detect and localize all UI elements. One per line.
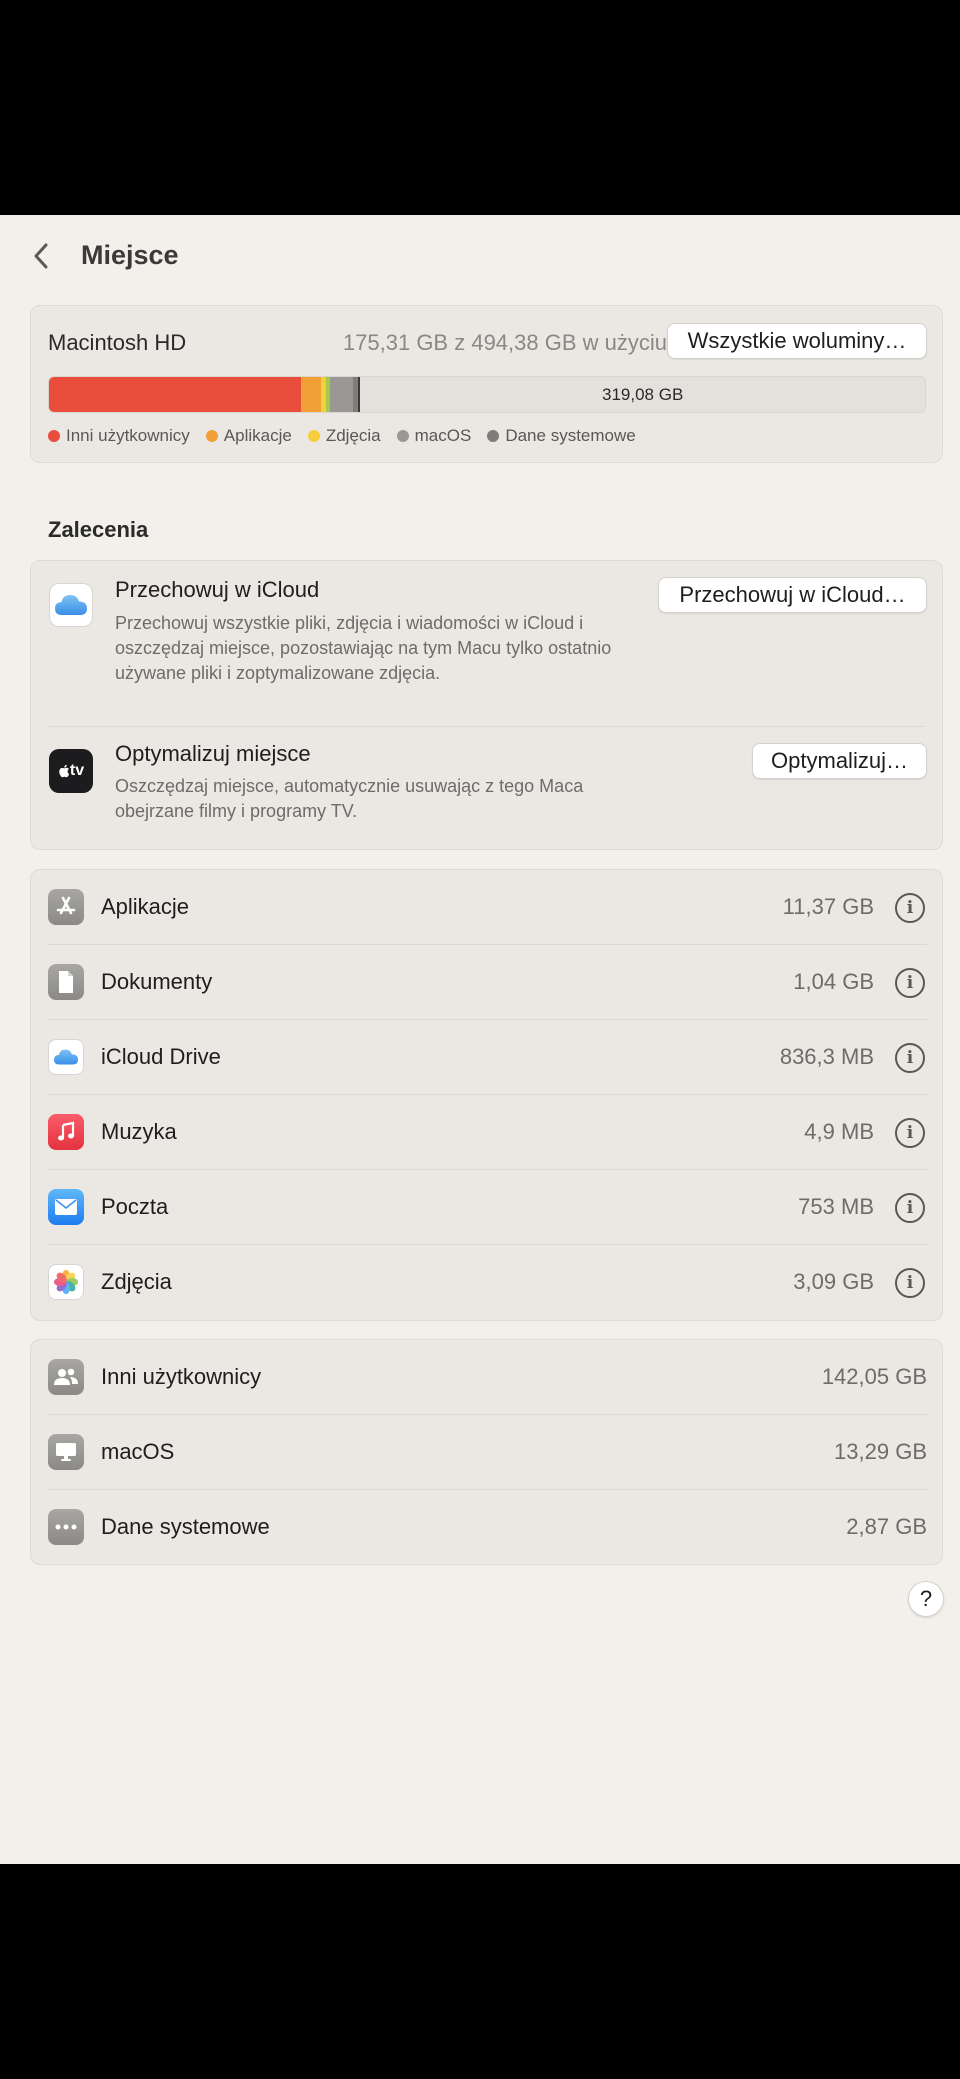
legend-dot (48, 430, 60, 442)
app-store-icon (48, 889, 84, 925)
list-item-size: 11,37 GB (782, 894, 874, 919)
info-icon[interactable]: i (895, 968, 925, 998)
legend-dot (487, 430, 500, 442)
list-item-label: Dane systemowe (101, 1514, 270, 1539)
disk-name: Macintosh HD (48, 330, 187, 355)
legend-label: Zdjęcia (325, 426, 381, 445)
storage-overview-card: Macintosh HD 175,31 GB z 494,38 GB w uży… (30, 305, 943, 463)
list-item-size: 1,04 GB (793, 969, 874, 994)
icloud-recommendation-description: Przechowuj wszystkie pliki, zdjęcia i wi… (115, 613, 612, 683)
free-space-label: 319,08 GB (358, 377, 925, 412)
help-button[interactable]: ? (908, 1581, 944, 1617)
storage-segment-others (49, 377, 301, 412)
list-item-label: Poczta (101, 1194, 169, 1219)
legend-item: Inni użytkownicy (48, 426, 190, 446)
list-item-size: 4,9 MB (804, 1119, 874, 1144)
page-title: Miejsce (81, 240, 179, 270)
all-volumes-button[interactable]: Wszystkie woluminy… (667, 323, 927, 359)
info-icon[interactable]: i (895, 1268, 925, 1298)
list-item-size: 2,87 GB (846, 1514, 927, 1539)
store-in-icloud-button[interactable]: Przechowuj w iCloud… (658, 577, 927, 613)
apple-logo-icon (59, 764, 69, 778)
list-item-aplikacje[interactable]: Aplikacje 11,37 GB i (31, 870, 944, 945)
legend-label: macOS (414, 426, 472, 445)
info-icon[interactable]: i (895, 1118, 925, 1148)
mail-icon (48, 1189, 84, 1225)
document-icon (48, 964, 84, 1000)
list-item-poczta[interactable]: Poczta 753 MB i (31, 1170, 944, 1245)
bottom-black-bar (0, 1864, 960, 2079)
list-item-size: 142,05 GB (821, 1364, 927, 1389)
icloud-recommendation-title: Przechowuj w iCloud (115, 577, 320, 602)
header: Miejsce (0, 215, 960, 305)
optimize-button[interactable]: Optymalizuj… (752, 743, 927, 779)
back-button[interactable] (26, 239, 56, 273)
storage-segment-macos (329, 377, 354, 412)
list-item-size: 3,09 GB (793, 1269, 874, 1294)
list-item-icloud-drive[interactable]: iCloud Drive 836,3 MB i (31, 1020, 944, 1095)
recommendations-card: Przechowuj w iCloud Przechowuj wszystkie… (30, 560, 943, 850)
icloud-recommendation: Przechowuj w iCloud Przechowuj wszystkie… (31, 561, 944, 726)
storage-settings-screen: Miejsce Macintosh HD 175,31 GB z 494,38 … (0, 215, 960, 1864)
legend-dot (307, 430, 320, 442)
storage-bar: 319,08 GB (48, 376, 926, 413)
icloud-icon (48, 1039, 84, 1075)
users-icon (48, 1359, 84, 1395)
list-item-label: Zdjęcia (101, 1269, 172, 1294)
list-item-size: 836,3 MB (779, 1044, 874, 1069)
legend-item: Dane systemowe (487, 426, 636, 446)
disk-usage: 175,31 GB z 494,38 GB w użyciu (342, 330, 667, 355)
list-item-label: Inni użytkownicy (101, 1364, 262, 1389)
legend-dot (396, 430, 409, 442)
optimize-recommendation: tv Optymalizuj miejsce Oszczędzaj miejsc… (31, 727, 944, 850)
chevron-left-icon (34, 243, 48, 269)
legend-label: Aplikacje (223, 426, 292, 445)
info-icon[interactable]: i (895, 1043, 925, 1073)
info-icon[interactable]: i (895, 893, 925, 923)
display-icon (48, 1434, 84, 1470)
list-item-label: Aplikacje (101, 894, 190, 919)
list-item-size: 13,29 GB (834, 1439, 927, 1464)
music-icon (48, 1114, 84, 1150)
system-items-list: Inni użytkownicy 142,05 GB macOS 13,29 G… (30, 1339, 943, 1565)
list-item-dokumenty[interactable]: Dokumenty 1,04 GB i (31, 945, 944, 1020)
recommendations-title: Zalecenia (48, 517, 149, 542)
photos-icon (48, 1264, 84, 1300)
list-item-zdjecia[interactable]: Zdjęcia 3,09 GB i (31, 1245, 944, 1320)
list-item-label: iCloud Drive (101, 1044, 221, 1069)
legend-label: Inni użytkownicy (66, 426, 190, 445)
optimize-recommendation-title: Optymalizuj miejsce (115, 741, 311, 766)
storage-legend: Inni użytkownicy Aplikacje Zdjęcia macOS Dan… (48, 426, 636, 446)
optimize-recommendation-description: Oszczędzaj miejsce, automatycznie usuwaj… (115, 776, 584, 821)
apple-tv-icon: tv (49, 749, 93, 793)
top-black-bar (0, 0, 960, 215)
list-item-label: macOS (101, 1439, 175, 1464)
legend-dot (205, 430, 218, 442)
list-item-muzyka[interactable]: Muzyka 4,9 MB i (31, 1095, 944, 1170)
list-item-label: Muzyka (101, 1119, 177, 1144)
icloud-icon (49, 583, 93, 627)
ellipsis-icon (48, 1509, 84, 1545)
list-item-macos[interactable]: macOS 13,29 GB (31, 1415, 944, 1490)
tv-label: tv (69, 762, 85, 779)
list-item-dane-systemowe[interactable]: Dane systemowe 2,87 GB (31, 1490, 944, 1565)
list-item-label: Dokumenty (101, 969, 213, 994)
categories-list: Aplikacje 11,37 GB i Dokumenty 1,04 GB i… (30, 869, 943, 1321)
legend-item: macOS (396, 426, 472, 446)
legend-item: Aplikacje (205, 426, 292, 446)
info-icon[interactable]: i (895, 1193, 925, 1223)
list-item-size: 753 MB (798, 1194, 874, 1219)
legend-label: Dane systemowe (505, 426, 636, 445)
storage-segment-apps (300, 377, 321, 412)
list-item-inni-uzytkownicy[interactable]: Inni użytkownicy 142,05 GB (31, 1340, 944, 1415)
legend-item: Zdjęcia (307, 426, 381, 446)
